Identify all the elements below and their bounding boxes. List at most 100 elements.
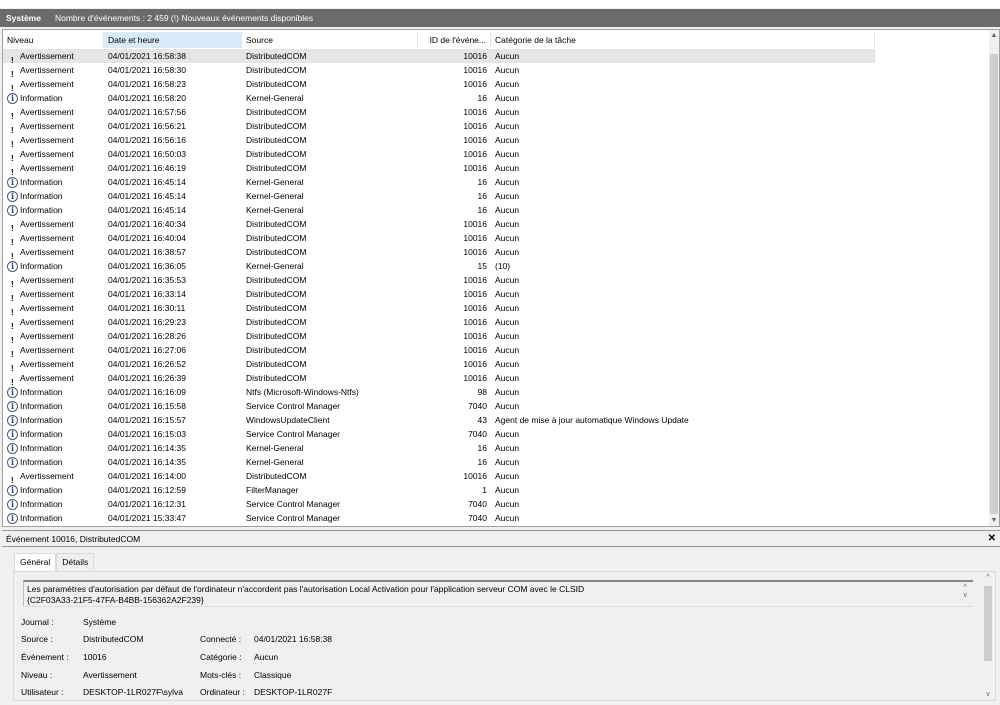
level-cell: i Information — [3, 203, 104, 217]
event-id-cell: 10016 — [463, 275, 487, 285]
scroll-up-icon[interactable]: ^ — [983, 574, 993, 581]
event-id-cell: 15 — [477, 261, 487, 271]
level-cell: Avertissement — [3, 343, 104, 357]
level-text: Avertissement — [20, 135, 74, 145]
table-row[interactable]: Avertissement 04/01/2021 16:26:52 Distribu… — [3, 357, 875, 371]
level-text: Avertissement — [20, 163, 74, 173]
source-cell: DistributedCOM — [246, 359, 307, 369]
table-row[interactable]: Avertissement 04/01/2021 16:46:19 Distribu… — [3, 161, 875, 175]
table-row[interactable]: i Information 04/01/2021 16:12:31 Service C… — [3, 497, 875, 511]
level-cell: Avertissement — [3, 287, 104, 301]
table-row[interactable]: Avertissement 04/01/2021 16:33:14 Distribu… — [3, 287, 875, 301]
level-text: Information — [20, 93, 63, 103]
table-row[interactable]: i Information 04/01/2021 16:14:35 Kernel-Ge… — [3, 441, 875, 455]
table-row[interactable]: i Information 04/01/2021 16:15:58 Service C… — [3, 399, 875, 413]
column-headers: Niveau Date et heure Source ID de l'évén… — [3, 32, 875, 48]
list-scrollbar[interactable]: ▲ ▼ — [989, 30, 999, 526]
event-id-cell: 16 — [477, 93, 487, 103]
level-text: Avertissement — [20, 275, 74, 285]
warning-icon — [7, 247, 19, 259]
source-cell: WindowsUpdateClient — [246, 415, 330, 425]
level-text: Avertissement — [20, 471, 74, 481]
tab-details[interactable]: Détails — [56, 553, 95, 570]
table-row[interactable]: i Information 04/01/2021 16:45:14 Kernel-Ge… — [3, 203, 875, 217]
table-row[interactable]: Avertissement 04/01/2021 16:27:06 Distribu… — [3, 343, 875, 357]
level-text: Avertissement — [20, 373, 74, 383]
scroll-down-icon[interactable]: ▼ — [989, 517, 999, 524]
table-row[interactable]: i Information 04/01/2021 15:33:47 Service C… — [3, 511, 875, 525]
level-cell: i Information — [3, 399, 104, 413]
warning-icon — [7, 107, 19, 119]
table-row[interactable]: i Information 04/01/2021 16:58:20 Kernel-Ge… — [3, 91, 875, 105]
warning-icon — [7, 51, 19, 63]
tab-general[interactable]: Général — [14, 553, 57, 571]
event-id-cell: 10016 — [463, 359, 487, 369]
table-row[interactable]: Avertissement 04/01/2021 16:29:23 Distribu… — [3, 315, 875, 329]
category-cell: Aucun — [495, 485, 520, 495]
event-count[interactable]: Nombre d'événements : 2 459 (!) Nouveaux… — [55, 13, 313, 23]
date-cell: 04/01/2021 16:58:30 — [108, 65, 186, 75]
level-text: Information — [20, 415, 63, 425]
table-row[interactable]: Avertissement 04/01/2021 16:35:53 Distribu… — [3, 273, 875, 287]
column-source[interactable]: Source — [242, 32, 418, 48]
event-id-cell: 10016 — [463, 345, 487, 355]
category-cell: Aucun — [495, 401, 520, 411]
level-text: Avertissement — [20, 149, 74, 159]
date-cell: 04/01/2021 16:12:31 — [108, 499, 186, 509]
date-cell: 04/01/2021 16:57:56 — [108, 107, 186, 117]
table-row[interactable]: Avertissement 04/01/2021 16:56:21 Distribu… — [3, 119, 875, 133]
table-row[interactable]: Avertissement 04/01/2021 16:40:04 Distribu… — [3, 231, 875, 245]
table-row[interactable]: Avertissement 04/01/2021 16:57:56 Distribu… — [3, 105, 875, 119]
table-row[interactable]: Avertissement 04/01/2021 16:58:30 Distribu… — [3, 63, 875, 77]
scroll-down-icon[interactable]: v — [983, 691, 993, 698]
logged-label: Connecté : — [200, 634, 242, 644]
event-message[interactable]: Les paramètres d'autorisation par défaut… — [23, 580, 973, 607]
table-row[interactable]: Avertissement 04/01/2021 16:58:23 Distribu… — [3, 77, 875, 91]
panel-scrollbar[interactable]: ^ v — [983, 574, 993, 698]
column-task-category[interactable]: Catégorie de la tâche — [491, 32, 875, 48]
scroll-thumb[interactable] — [984, 586, 992, 661]
level-text: Avertissement — [20, 247, 74, 257]
event-id-cell: 16 — [477, 457, 487, 467]
scroll-up-icon[interactable]: ▲ — [989, 32, 999, 39]
source-cell: DistributedCOM — [246, 247, 307, 257]
level-cell: i Information — [3, 91, 104, 105]
table-row[interactable]: i Information 04/01/2021 16:15:57 WindowsUp… — [3, 413, 875, 427]
event-list[interactable]: Niveau Date et heure Source ID de l'évén… — [2, 29, 1000, 527]
date-cell: 04/01/2021 16:45:14 — [108, 191, 186, 201]
column-event-id[interactable]: ID de l'événe... — [418, 32, 491, 48]
category-cell: Aucun — [495, 513, 520, 523]
source-cell: DistributedCOM — [246, 303, 307, 313]
level-cell: i Information — [3, 385, 104, 399]
scroll-thumb[interactable] — [990, 54, 998, 514]
table-row[interactable]: Avertissement 04/01/2021 16:50:03 Distribu… — [3, 147, 875, 161]
table-row[interactable]: Avertissement 04/01/2021 16:40:34 Distribu… — [3, 217, 875, 231]
level-text: Avertissement — [20, 121, 74, 131]
table-row[interactable]: i Information 04/01/2021 16:16:09 Ntfs (Mic… — [3, 385, 875, 399]
journal-value: Système — [83, 617, 117, 627]
table-row[interactable]: i Information 04/01/2021 16:36:05 Kernel-Ge… — [3, 259, 875, 273]
table-row[interactable]: Avertissement 04/01/2021 16:58:38 Distribu… — [3, 49, 875, 63]
category-cell: Agent de mise à jour automatique Windows… — [495, 415, 689, 425]
info-icon: i — [7, 428, 18, 440]
table-row[interactable]: i Information 04/01/2021 16:14:35 Kernel-Ge… — [3, 455, 875, 469]
table-row[interactable]: Avertissement 04/01/2021 16:38:57 Distribu… — [3, 245, 875, 259]
table-row[interactable]: i Information 04/01/2021 16:15:03 Service C… — [3, 427, 875, 441]
info-icon: i — [7, 456, 18, 468]
message-scroll-icon[interactable]: ^ v — [964, 584, 968, 600]
column-level[interactable]: Niveau — [3, 32, 104, 48]
table-row[interactable]: Avertissement 04/01/2021 16:28:26 Distribu… — [3, 329, 875, 343]
source-cell: DistributedCOM — [246, 471, 307, 481]
table-row[interactable]: Avertissement 04/01/2021 16:26:39 Distribu… — [3, 371, 875, 385]
table-row[interactable]: Avertissement 04/01/2021 16:56:16 Distribu… — [3, 133, 875, 147]
event-id-cell: 10016 — [463, 163, 487, 173]
table-row[interactable]: i Information 04/01/2021 16:12:59 FilterMan… — [3, 483, 875, 497]
close-icon[interactable]: ✕ — [988, 531, 996, 547]
column-date[interactable]: Date et heure — [104, 32, 242, 48]
event-id-cell: 10016 — [463, 373, 487, 383]
info-icon: i — [7, 260, 18, 272]
table-row[interactable]: Avertissement 04/01/2021 16:14:00 Distribu… — [3, 469, 875, 483]
table-row[interactable]: Avertissement 04/01/2021 16:30:11 Distribu… — [3, 301, 875, 315]
table-row[interactable]: i Information 04/01/2021 16:45:14 Kernel-Ge… — [3, 189, 875, 203]
table-row[interactable]: i Information 04/01/2021 16:45:14 Kernel-Ge… — [3, 175, 875, 189]
